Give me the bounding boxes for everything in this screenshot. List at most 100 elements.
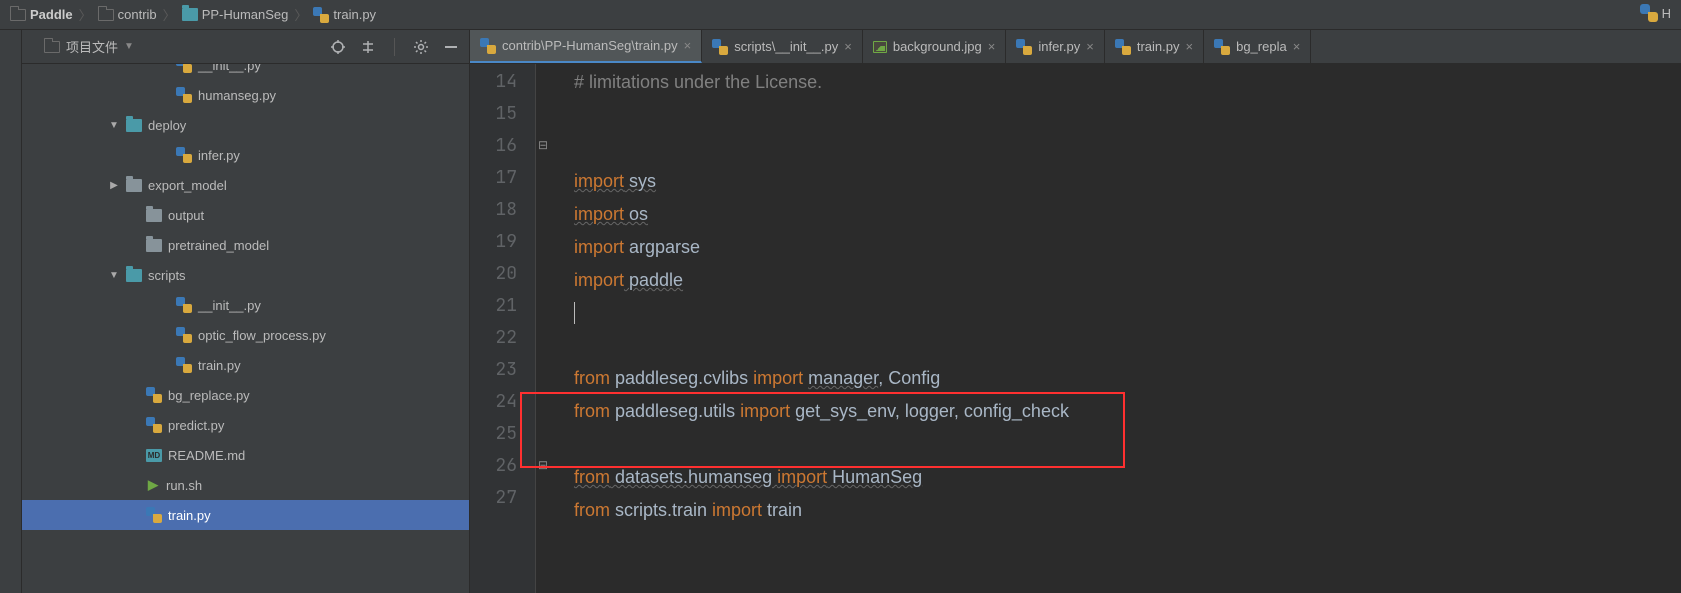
interpreter-label: H [1662, 6, 1671, 21]
markdown-file-icon: MD [146, 449, 162, 462]
chevron-down-icon[interactable]: ▼ [108, 270, 120, 281]
python-icon [1640, 4, 1658, 22]
project-tree[interactable]: __init__.py humanseg.py ▼ deploy infer.py ▶ ex… [22, 30, 470, 593]
tab-label: scripts\__init__.py [734, 39, 838, 54]
chevron-down-icon: ▼ [124, 41, 134, 52]
tree-item-label: humanseg.py [198, 88, 276, 103]
python-file-icon [1016, 39, 1032, 55]
highlight-box [520, 392, 1125, 468]
tab-label: infer.py [1038, 39, 1080, 54]
python-file-icon [146, 387, 162, 403]
comment: # limitations under the License. [574, 72, 822, 92]
tree-row[interactable]: predict.py [22, 410, 469, 440]
tab-label: train.py [1137, 39, 1180, 54]
image-file-icon [873, 41, 887, 53]
breadcrumb-item[interactable]: Paddle [6, 7, 77, 22]
locate-icon[interactable] [330, 39, 346, 55]
tree-item-label: __init__.py [198, 298, 261, 313]
python-file-icon [1214, 39, 1230, 55]
gear-icon[interactable] [413, 39, 429, 55]
folder-icon [98, 9, 114, 21]
tab-label: background.jpg [893, 39, 982, 54]
chevron-right-icon: 〉 [79, 5, 92, 24]
project-scope-label: 项目文件 [66, 37, 118, 56]
close-icon[interactable]: × [684, 38, 692, 53]
tree-item-label: train.py [198, 358, 241, 373]
breadcrumb-label: contrib [118, 7, 157, 22]
chevron-right-icon: 〉 [294, 5, 307, 24]
folder-icon [146, 209, 162, 222]
folder-icon [44, 41, 60, 53]
tree-row[interactable]: train.py [22, 350, 469, 380]
tree-row[interactable]: bg_replace.py [22, 380, 469, 410]
breadcrumb-label: Paddle [30, 7, 73, 22]
tree-item-label: optic_flow_process.py [198, 328, 326, 343]
chevron-down-icon[interactable]: ▼ [108, 120, 120, 131]
close-icon[interactable]: × [988, 39, 996, 54]
chevron-right-icon[interactable]: ▶ [108, 180, 120, 191]
code-editor[interactable]: 13 14 15 16 17 18 19 20 21 22 23 24 25 2… [470, 30, 1681, 593]
tree-item-label: README.md [168, 448, 245, 463]
tree-row[interactable]: train.py [22, 500, 469, 530]
tab-label: bg_repla [1236, 39, 1287, 54]
sidebar-tool-tab[interactable] [0, 30, 22, 593]
breadcrumb-item[interactable]: contrib [94, 7, 161, 22]
editor-tab[interactable]: background.jpg × [863, 30, 1007, 63]
python-file-icon [176, 327, 192, 343]
tree-item-label: deploy [148, 118, 186, 133]
folder-icon [10, 9, 26, 21]
interpreter-indicator[interactable]: H [1640, 4, 1671, 22]
keyword-import: import [574, 171, 624, 191]
tree-item-label: predict.py [168, 418, 224, 433]
editor-tab[interactable]: infer.py × [1006, 30, 1105, 63]
chevron-right-icon: 〉 [163, 5, 176, 24]
python-file-icon [313, 7, 329, 23]
breadcrumb: Paddle〉contrib〉PP-HumanSeg〉train.py [0, 0, 1681, 30]
expand-all-icon[interactable] [360, 39, 376, 55]
python-file-icon [480, 38, 496, 54]
shell-file-icon: ▶ [146, 478, 160, 492]
keyword-from: from [574, 368, 610, 388]
tree-row[interactable]: ▼ scripts [22, 260, 469, 290]
editor-tab[interactable]: bg_repla × [1204, 30, 1311, 63]
python-file-icon [146, 417, 162, 433]
breadcrumb-label: PP-HumanSeg [202, 7, 289, 22]
editor-tab[interactable]: scripts\__init__.py × [702, 30, 863, 63]
python-file-icon [176, 147, 192, 163]
close-icon[interactable]: × [1086, 39, 1094, 54]
breadcrumb-item[interactable]: train.py [309, 7, 380, 23]
project-scope-selector[interactable]: 项目文件 ▼ [44, 37, 134, 56]
folder-icon [126, 119, 142, 132]
python-file-icon [1115, 39, 1131, 55]
editor-tabs[interactable]: contrib\PP-HumanSeg\train.py×scripts\__i… [470, 30, 1681, 64]
tree-item-label: scripts [148, 268, 186, 283]
close-icon[interactable]: × [1186, 39, 1194, 54]
tree-row[interactable]: MD README.md [22, 440, 469, 470]
python-file-icon [176, 87, 192, 103]
python-file-icon [712, 39, 728, 55]
folder-icon [182, 8, 198, 21]
editor-tab[interactable]: train.py × [1105, 30, 1204, 63]
tree-row[interactable]: ▶run.sh [22, 470, 469, 500]
breadcrumb-item[interactable]: PP-HumanSeg [178, 7, 293, 22]
keyword-import: import [574, 270, 624, 290]
hide-icon[interactable] [443, 39, 459, 55]
close-icon[interactable]: × [844, 39, 852, 54]
tree-row[interactable]: ▼ deploy [22, 110, 469, 140]
tree-row[interactable]: optic_flow_process.py [22, 320, 469, 350]
editor-tab[interactable]: contrib\PP-HumanSeg\train.py× [470, 30, 702, 63]
tree-row[interactable]: ▶ export_model [22, 170, 469, 200]
tree-row[interactable]: __init__.py [22, 290, 469, 320]
tree-row[interactable]: pretrained_model [22, 230, 469, 260]
keyword-from: from [574, 467, 610, 487]
tree-row[interactable]: infer.py [22, 140, 469, 170]
keyword-import: import [574, 204, 624, 224]
separator [394, 38, 395, 56]
tree-item-label: bg_replace.py [168, 388, 250, 403]
tree-item-label: export_model [148, 178, 227, 193]
tree-row[interactable]: humanseg.py [22, 80, 469, 110]
close-icon[interactable]: × [1293, 39, 1301, 54]
code-area[interactable]: # limitations under the License. import … [536, 30, 1681, 593]
caret [574, 302, 575, 324]
tree-row[interactable]: output [22, 200, 469, 230]
